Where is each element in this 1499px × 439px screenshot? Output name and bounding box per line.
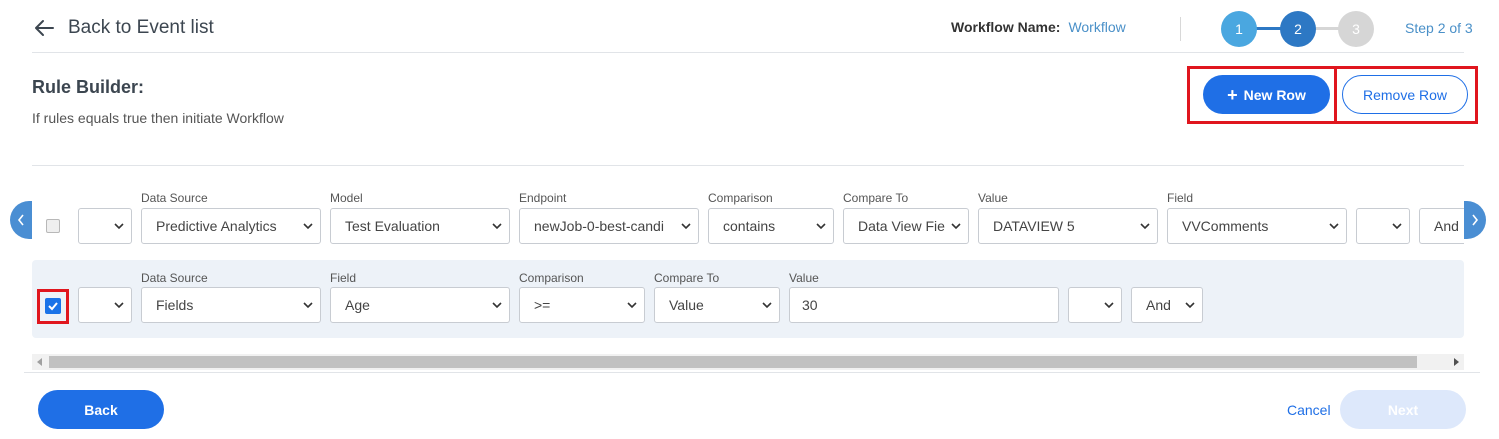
header-divider-line bbox=[32, 52, 1464, 53]
chevron-down-icon bbox=[1104, 302, 1114, 309]
row-2-field-value: Age bbox=[345, 297, 370, 313]
chevron-down-icon bbox=[1140, 223, 1150, 230]
row-1-data-source-label: Data Source bbox=[141, 191, 208, 205]
triangle-left-icon bbox=[37, 358, 42, 366]
row-1-close-paren-select[interactable] bbox=[1356, 208, 1410, 244]
chevron-down-icon bbox=[492, 302, 502, 309]
row-2-data-source-value: Fields bbox=[156, 297, 194, 313]
chevron-down-icon bbox=[114, 223, 124, 230]
step-2: 2 bbox=[1280, 11, 1316, 47]
row-1-model-label: Model bbox=[330, 191, 363, 205]
arrow-left-icon bbox=[35, 20, 54, 36]
row-1-compare-to-label: Compare To bbox=[843, 191, 909, 205]
step-indicator-text: Step 2 of 3 bbox=[1405, 20, 1473, 36]
back-link-label: Back to Event list bbox=[68, 17, 214, 38]
row-2-field-label: Field bbox=[330, 271, 357, 285]
chevron-down-icon bbox=[816, 223, 826, 230]
row-1-endpoint-select[interactable]: newJob-0-best-candi bbox=[519, 208, 699, 244]
chevron-right-icon bbox=[1472, 214, 1479, 226]
row-2-data-source-select[interactable]: Fields bbox=[141, 287, 321, 323]
row-1-conjunction-value: And bbox=[1434, 218, 1459, 234]
row-2-data-source-label: Data Source bbox=[141, 271, 208, 285]
row-1-compare-to-value: Data View Fie bbox=[858, 218, 945, 234]
chevron-down-icon bbox=[681, 223, 691, 230]
row-2-compare-to-select[interactable]: Value bbox=[654, 287, 780, 323]
scrollbar-thumb[interactable] bbox=[49, 356, 1417, 368]
row-2-close-paren-select[interactable] bbox=[1068, 287, 1122, 323]
chevron-down-icon bbox=[762, 302, 772, 309]
chevron-down-icon bbox=[1392, 223, 1402, 230]
cancel-link[interactable]: Cancel bbox=[1287, 402, 1331, 418]
row-1-value-label: Value bbox=[978, 191, 1008, 205]
chevron-down-icon bbox=[1329, 223, 1339, 230]
row-2-comparison-value: >= bbox=[534, 297, 551, 313]
chevron-down-icon bbox=[303, 223, 313, 230]
chevron-down-icon bbox=[627, 302, 637, 309]
chevron-down-icon bbox=[492, 223, 502, 230]
row-1-field-select[interactable]: VVComments bbox=[1167, 208, 1347, 244]
row-1-data-source-value: Predictive Analytics bbox=[156, 218, 277, 234]
row-2-value-input[interactable]: 30 bbox=[789, 287, 1059, 323]
back-to-event-list-link[interactable]: Back to Event list bbox=[32, 14, 214, 42]
row-1-comparison-value: contains bbox=[723, 218, 776, 234]
row-1-conjunction-select[interactable]: And bbox=[1419, 208, 1464, 244]
row-2-compare-to-label: Compare To bbox=[654, 271, 720, 285]
row-1-comparison-label: Comparison bbox=[708, 191, 773, 205]
row-2-comparison-select[interactable]: >= bbox=[519, 287, 645, 323]
row-1-endpoint-label: Endpoint bbox=[519, 191, 567, 205]
scroll-right-button[interactable] bbox=[1464, 201, 1486, 239]
step-3: 3 bbox=[1338, 11, 1374, 47]
workflow-name-label: Workflow Name: bbox=[951, 19, 1061, 35]
chevron-left-icon bbox=[17, 214, 24, 226]
chevron-down-icon bbox=[1185, 302, 1195, 309]
row-2-checkbox-highlight bbox=[37, 289, 69, 324]
row-1-field-label: Field bbox=[1167, 191, 1194, 205]
row-2-open-paren-select[interactable] bbox=[78, 287, 132, 323]
row-1-endpoint-value: newJob-0-best-candi bbox=[534, 218, 664, 234]
chevron-down-icon bbox=[303, 302, 313, 309]
row-2-value-text: 30 bbox=[802, 297, 818, 313]
row-1-comparison-select[interactable]: contains bbox=[708, 208, 834, 244]
workflow-name-value: Workflow bbox=[1068, 19, 1126, 35]
step-1: 1 bbox=[1221, 11, 1257, 47]
row-1-value-value: DATAVIEW 5 bbox=[993, 218, 1075, 234]
row-1-model-select[interactable]: Test Evaluation bbox=[330, 208, 510, 244]
row-2-conjunction-select[interactable]: And bbox=[1131, 287, 1203, 323]
row-2-conjunction-value: And bbox=[1146, 297, 1171, 313]
scrollbar-right-arrow[interactable] bbox=[1448, 354, 1464, 370]
row-2-compare-to-value: Value bbox=[669, 297, 704, 313]
row-2-field-select[interactable]: Age bbox=[330, 287, 510, 323]
row-1-open-paren-select[interactable] bbox=[78, 208, 132, 244]
stepper: 1 2 3 bbox=[1221, 11, 1374, 47]
row-1-checkbox[interactable] bbox=[46, 219, 60, 233]
chevron-down-icon bbox=[114, 302, 124, 309]
rule-builder-title: Rule Builder: bbox=[32, 77, 145, 97]
row-1-compare-to-select[interactable]: Data View Fie bbox=[843, 208, 969, 244]
chevron-down-icon bbox=[951, 223, 961, 230]
next-button-label: Next bbox=[1387, 401, 1419, 418]
section-divider bbox=[32, 165, 1464, 166]
rule-builder-subtitle: If rules equals true then initiate Workf… bbox=[32, 110, 284, 126]
next-button[interactable]: Next bbox=[1340, 390, 1466, 429]
row-1-value-select[interactable]: DATAVIEW 5 bbox=[978, 208, 1158, 244]
row-1-data-source-select[interactable]: Predictive Analytics bbox=[141, 208, 321, 244]
row-2-comparison-label: Comparison bbox=[519, 271, 584, 285]
triangle-right-icon bbox=[1454, 358, 1459, 366]
scroll-left-button[interactable] bbox=[10, 201, 32, 239]
back-button[interactable]: Back bbox=[38, 390, 164, 429]
header-divider bbox=[1180, 17, 1181, 41]
scrollbar-left-arrow[interactable] bbox=[32, 354, 48, 370]
new-row-highlight bbox=[1187, 66, 1337, 124]
row-1-model-value: Test Evaluation bbox=[345, 218, 440, 234]
remove-row-highlight bbox=[1334, 66, 1478, 124]
footer-divider bbox=[24, 372, 1480, 373]
row-1-field-value: VVComments bbox=[1182, 218, 1269, 234]
row-2-value-label: Value bbox=[789, 271, 819, 285]
back-button-label: Back bbox=[84, 401, 118, 418]
workflow-name: Workflow Name: Workflow bbox=[951, 19, 1126, 35]
